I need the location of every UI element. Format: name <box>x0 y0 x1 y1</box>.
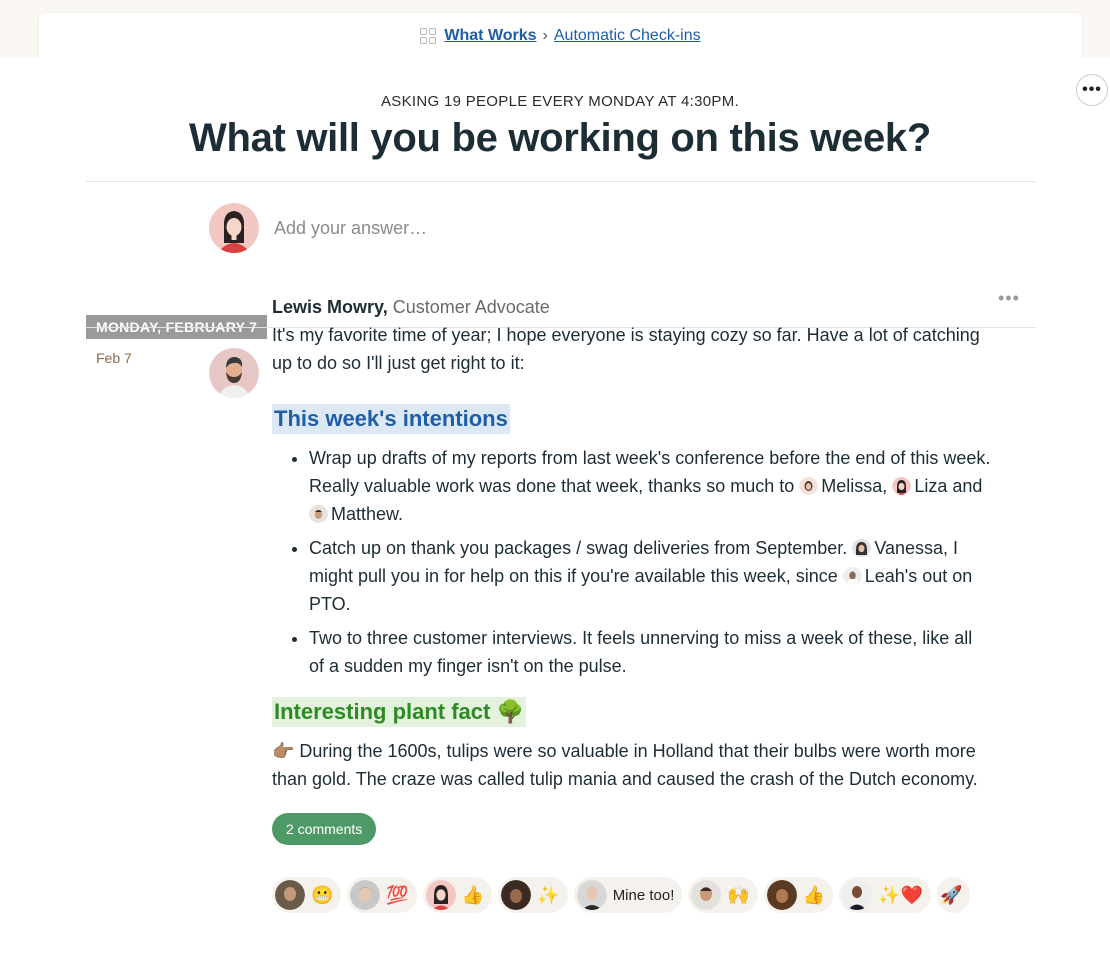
current-user-avatar <box>209 203 259 253</box>
plant-heading: Interesting plant fact 🌳 <box>272 697 526 727</box>
boost-emoji: 👍 <box>802 884 826 905</box>
entry-intro: It's my favorite time of year; I hope ev… <box>272 325 980 373</box>
checkin-entry: Lewis Mowry, Customer Advocate It's my f… <box>272 293 992 845</box>
mention-avatar <box>309 504 328 523</box>
mention-link[interactable]: Vanessa, <box>874 538 948 558</box>
boost[interactable]: 👍 <box>422 877 493 913</box>
boost-emoji: 😬 <box>311 884 334 905</box>
boost[interactable]: 💯 <box>347 877 417 913</box>
boost[interactable]: ✨❤️ <box>839 877 932 913</box>
list-item: Wrap up drafts of my reports from last w… <box>309 444 992 528</box>
divider <box>86 181 1036 182</box>
boost[interactable]: 🙌 <box>688 877 758 913</box>
boosts-bar: 😬 💯 👍 ✨ Mine too! 🙌 👍 ✨❤️ 🚀 <box>272 877 971 913</box>
boost-avatar <box>425 880 456 910</box>
list-item-text: and <box>952 476 983 496</box>
boost[interactable]: ✨ <box>498 877 568 913</box>
page-title: What will you be working on this week? <box>189 116 931 160</box>
mention-avatar <box>842 566 862 585</box>
boost-emoji: ✨ <box>537 884 560 905</box>
mention-avatar <box>799 476 819 495</box>
mention-link[interactable]: Liza <box>914 476 947 496</box>
schedule-text: ASKING 19 PEOPLE EVERY MONDAY AT 4:30PM. <box>381 93 739 110</box>
author-name[interactable]: Lewis Mowry, <box>272 297 388 317</box>
boost-avatar <box>275 880 305 910</box>
boost-avatar <box>766 880 797 910</box>
mention-link[interactable]: Matthew. <box>331 504 403 524</box>
breadcrumb-separator: › <box>542 26 548 44</box>
boost[interactable]: 😬 <box>272 877 342 913</box>
boost-avatar <box>691 880 722 910</box>
boost[interactable]: Mine too! <box>573 877 683 913</box>
entry-author-line: Lewis Mowry, Customer Advocate <box>272 293 992 321</box>
project-grid-icon <box>420 27 437 44</box>
mention-avatar <box>892 476 912 495</box>
comments-button[interactable]: 2 comments <box>272 813 377 845</box>
author-title: Customer Advocate <box>392 297 550 317</box>
boost-emoji: 🙌 <box>727 884 750 905</box>
breadcrumb-project-link[interactable]: What Works <box>444 27 536 45</box>
boost-avatar <box>350 880 381 910</box>
boost-emoji: 👍 <box>461 884 485 905</box>
mention-link[interactable]: Melissa, <box>821 476 887 496</box>
boost-avatar <box>576 880 607 910</box>
entry-more-button[interactable]: ••• <box>998 288 1020 309</box>
rocket-icon: 🚀 <box>940 884 963 905</box>
boost-text: Mine too! <box>612 886 675 904</box>
boost[interactable]: 👍 <box>763 877 834 913</box>
list-item-text: Wrap up drafts of my reports from last w… <box>309 448 991 496</box>
add-boost-button[interactable]: 🚀 <box>937 877 971 913</box>
breadcrumb-tool-link[interactable]: Automatic Check-ins <box>554 27 701 45</box>
boost-avatar <box>501 880 532 910</box>
mention-avatar <box>852 538 872 557</box>
list-item: Catch up on thank you packages / swag de… <box>309 534 992 618</box>
breadcrumb: What Works › Automatic Check-ins <box>39 13 1082 58</box>
list-item: Two to three customer interviews. It fee… <box>309 624 992 680</box>
boost-emoji: 💯 <box>386 884 409 905</box>
entry-date: Feb 7 <box>96 350 132 366</box>
plant-fact-text: 👉🏽 During the 1600s, tulips were so valu… <box>272 741 978 789</box>
author-avatar[interactable] <box>209 348 259 398</box>
intentions-heading: This week's intentions <box>272 404 510 434</box>
boost-emoji: ✨❤️ <box>878 884 924 905</box>
answer-input[interactable] <box>272 213 776 243</box>
boost-avatar <box>842 880 873 910</box>
list-item-text: Catch up on thank you packages / swag de… <box>309 538 848 558</box>
intentions-list: Wrap up drafts of my reports from last w… <box>272 444 992 680</box>
